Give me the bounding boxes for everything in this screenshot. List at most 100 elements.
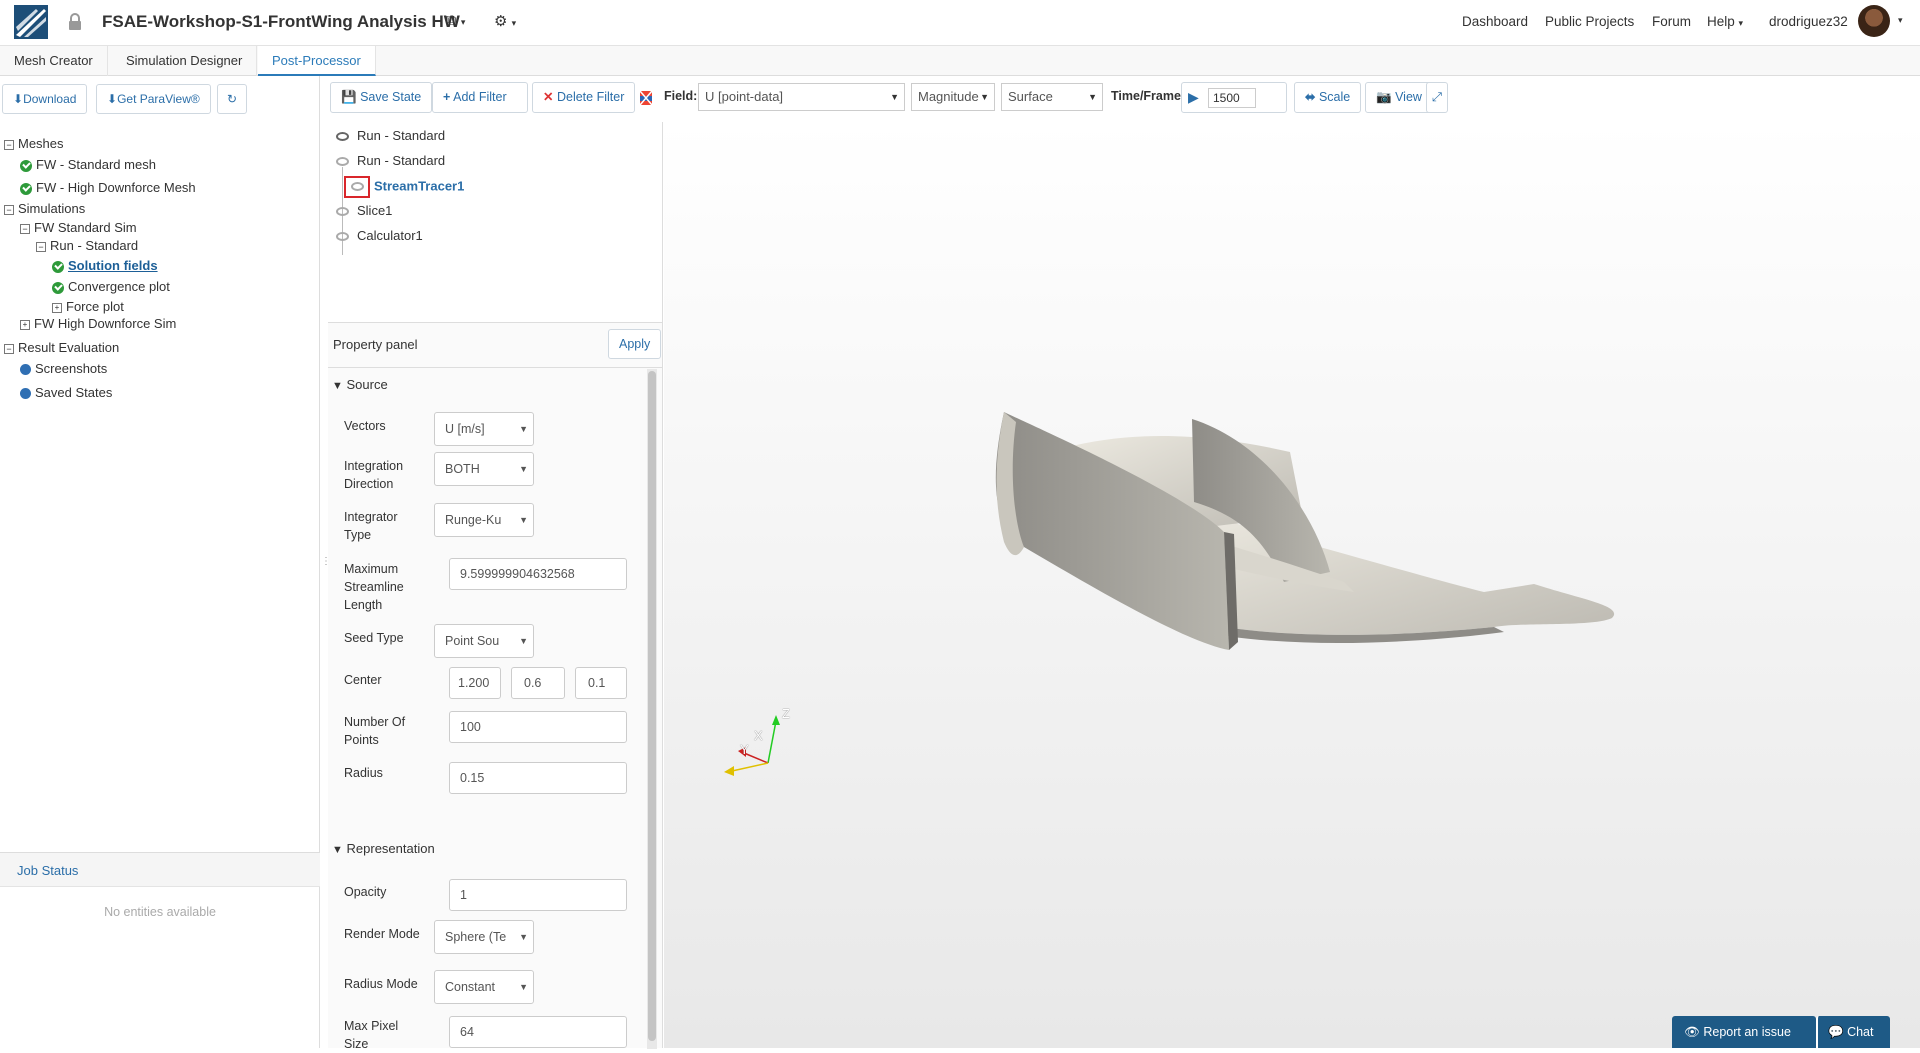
nav-public-projects[interactable]: Public Projects bbox=[1545, 14, 1634, 29]
tab-simulation-designer[interactable]: Simulation Designer bbox=[112, 46, 258, 76]
caret-down-icon: ▼ bbox=[890, 92, 899, 102]
tree-convergence-plot[interactable]: Convergence plot bbox=[52, 279, 170, 294]
caret-down-icon: ▼ bbox=[332, 844, 343, 856]
view-button[interactable]: 📷 View bbox=[1365, 82, 1433, 113]
pipeline-item[interactable]: Calculator1 bbox=[336, 228, 423, 243]
time-frame-input[interactable]: 1500 bbox=[1208, 88, 1256, 108]
job-status-title[interactable]: Job Status bbox=[17, 863, 78, 878]
tree-result-evaluation[interactable]: − Result Evaluation bbox=[4, 340, 119, 355]
vectors-select[interactable]: U [m/s] ▼ bbox=[434, 412, 534, 446]
tree-screenshots[interactable]: Screenshots bbox=[20, 361, 107, 376]
center-z-input[interactable]: 0.1 bbox=[575, 667, 627, 699]
colormap-icon[interactable] bbox=[638, 90, 654, 106]
render-mode-select[interactable]: Sphere (Te ▼ bbox=[434, 920, 534, 954]
number-of-points-input[interactable]: 100 bbox=[449, 711, 627, 743]
magnitude-select[interactable]: Magnitude ▼ bbox=[911, 83, 995, 111]
field-select[interactable]: U [point-data] ▼ bbox=[698, 83, 905, 111]
pipeline-item[interactable]: Slice1 bbox=[336, 203, 392, 218]
tree-simulations[interactable]: − Simulations bbox=[4, 201, 85, 216]
axis-z-label: Z bbox=[782, 706, 790, 721]
eye-icon[interactable] bbox=[336, 207, 349, 217]
get-paraview-button[interactable]: ⬇Get ParaView® bbox=[96, 84, 211, 114]
scrollbar-thumb[interactable] bbox=[648, 371, 656, 1041]
tree-mesh-standard[interactable]: FW - Standard mesh bbox=[20, 157, 156, 172]
max-streamline-length-label: Maximum Streamline Length bbox=[344, 562, 404, 612]
eye-icon[interactable] bbox=[336, 157, 349, 167]
pipeline-label: Run - Standard bbox=[357, 153, 446, 168]
download-icon: ⬇ bbox=[13, 92, 24, 106]
center-x-input[interactable]: 1.200 bbox=[449, 667, 501, 699]
select-value: Constant bbox=[445, 980, 496, 994]
3d-viewport[interactable]: Z X Y bbox=[664, 122, 1920, 1048]
pipeline-item[interactable]: Run - Standard bbox=[336, 128, 445, 143]
refresh-button[interactable]: ↻ bbox=[217, 84, 248, 114]
tree-force-plot[interactable]: + Force plot bbox=[52, 299, 124, 314]
panel-splitter-handle[interactable]: ⋮ bbox=[321, 556, 331, 567]
max-streamline-length-input[interactable]: 9.599999904632568 bbox=[449, 558, 627, 590]
apply-button[interactable]: Apply bbox=[608, 329, 662, 359]
collapse-icon[interactable]: − bbox=[36, 241, 46, 252]
radius-mode-select[interactable]: Constant ▼ bbox=[434, 970, 534, 1004]
scale-button[interactable]: ⬌ Scale bbox=[1294, 82, 1362, 113]
tree-label: Solution fields bbox=[68, 258, 158, 273]
opacity-input[interactable]: 1 bbox=[449, 879, 627, 911]
eye-icon[interactable] bbox=[336, 132, 349, 142]
seed-type-select[interactable]: Point Sou ▼ bbox=[434, 624, 534, 658]
avatar[interactable] bbox=[1858, 5, 1890, 37]
axis-y-label: Y bbox=[740, 742, 749, 757]
pipeline-item[interactable]: Run - Standard bbox=[336, 153, 445, 168]
expand-icon[interactable]: + bbox=[52, 302, 62, 313]
tab-mesh-creator[interactable]: Mesh Creator bbox=[0, 46, 108, 76]
front-wing-model[interactable] bbox=[664, 122, 1920, 1048]
tree-solution-fields[interactable]: Solution fields bbox=[52, 258, 158, 273]
collapse-icon[interactable]: − bbox=[4, 139, 14, 150]
section-label: Source bbox=[346, 377, 388, 392]
radius-input[interactable]: 0.15 bbox=[449, 762, 627, 794]
pipeline-label: Calculator1 bbox=[357, 228, 423, 243]
pipeline-label: Run - Standard bbox=[357, 128, 446, 143]
share-menu[interactable]: ⧉ ▾ bbox=[446, 12, 465, 29]
integrator-type-select[interactable]: Runge-Ku ▼ bbox=[434, 503, 534, 537]
collapse-icon[interactable]: − bbox=[20, 223, 30, 234]
pipeline-item-selected[interactable]: StreamTracer1 bbox=[344, 176, 464, 198]
center-y-input[interactable]: 0.6 bbox=[511, 667, 565, 699]
chevron-down-icon[interactable]: ▾ bbox=[1898, 15, 1903, 26]
source-section-header[interactable]: ▼ Source bbox=[332, 377, 388, 392]
check-circle-icon bbox=[52, 260, 64, 273]
add-filter-button[interactable]: + Add Filter bbox=[432, 82, 528, 113]
delete-filter-button[interactable]: ✕ Delete Filter bbox=[532, 82, 636, 113]
eye-icon[interactable] bbox=[351, 182, 364, 191]
fullscreen-button[interactable]: ⤢ bbox=[1426, 82, 1449, 113]
settings-menu[interactable]: ⚙ ▾ bbox=[494, 12, 516, 30]
nav-dashboard[interactable]: Dashboard bbox=[1462, 14, 1528, 29]
report-issue-button[interactable]: 👁 Report an issue bbox=[1672, 1016, 1816, 1048]
expand-icon[interactable]: + bbox=[20, 319, 30, 330]
max-pixel-size-input[interactable]: 64 bbox=[449, 1016, 627, 1048]
pipeline-browser: Run - Standard Run - Standard StreamTrac… bbox=[328, 122, 663, 322]
chat-label: Chat bbox=[1847, 1025, 1874, 1039]
download-button[interactable]: ⬇Download bbox=[2, 84, 88, 114]
tree-meshes[interactable]: − Meshes bbox=[4, 136, 64, 151]
user-name[interactable]: drodriguez32 bbox=[1769, 14, 1848, 29]
chat-button[interactable]: 💬 Chat bbox=[1816, 1016, 1890, 1048]
representation-section-header[interactable]: ▼ Representation bbox=[332, 841, 435, 856]
scrollbar[interactable] bbox=[647, 369, 657, 1049]
nav-help[interactable]: Help ▾ bbox=[1707, 14, 1743, 29]
simscale-logo-icon[interactable] bbox=[14, 5, 48, 39]
select-value: Sphere (Te bbox=[445, 930, 507, 944]
nav-forum[interactable]: Forum bbox=[1652, 14, 1691, 29]
integration-direction-select[interactable]: BOTH ▼ bbox=[434, 452, 534, 486]
save-state-button[interactable]: 💾 Save State bbox=[330, 82, 433, 113]
tree-sim-high-downforce[interactable]: + FW High Downforce Sim bbox=[20, 316, 176, 331]
field-value: U [point-data] bbox=[705, 89, 784, 104]
tree-run-standard[interactable]: − Run - Standard bbox=[36, 238, 138, 253]
tree-mesh-high-downforce[interactable]: FW - High Downforce Mesh bbox=[20, 180, 196, 195]
representation-select[interactable]: Surface ▼ bbox=[1001, 83, 1103, 111]
tree-saved-states[interactable]: Saved States bbox=[20, 385, 112, 400]
eye-icon[interactable] bbox=[336, 232, 349, 242]
tree-sim-standard[interactable]: − FW Standard Sim bbox=[20, 220, 137, 235]
play-icon[interactable]: ▶ bbox=[1188, 89, 1199, 106]
tab-post-processor[interactable]: Post-Processor bbox=[258, 46, 376, 76]
collapse-icon[interactable]: − bbox=[4, 204, 14, 215]
collapse-icon[interactable]: − bbox=[4, 343, 14, 354]
